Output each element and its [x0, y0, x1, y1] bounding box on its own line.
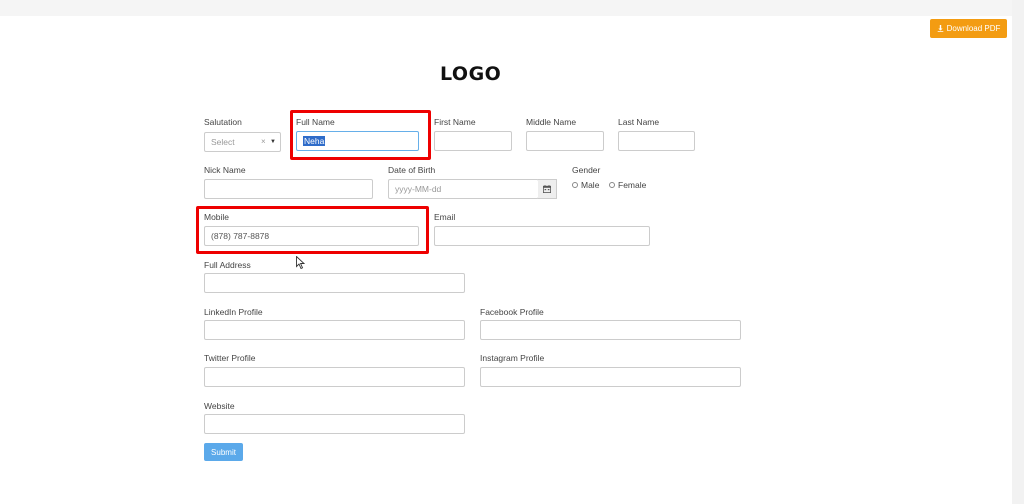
calendar-icon	[543, 185, 551, 193]
gender-male-label: Male	[581, 180, 600, 190]
radio-icon[interactable]	[572, 182, 578, 188]
top-strip	[0, 0, 1024, 16]
dob-placeholder: yyyy-MM-dd	[395, 184, 442, 194]
nick-name-input[interactable]	[204, 179, 373, 199]
linkedin-label: LinkedIn Profile	[204, 307, 263, 317]
website-label: Website	[204, 401, 235, 411]
twitter-input[interactable]	[204, 367, 465, 387]
nick-name-label: Nick Name	[204, 165, 246, 175]
linkedin-input[interactable]	[204, 320, 465, 340]
scrollbar[interactable]	[1012, 0, 1024, 504]
download-pdf-label: Download PDF	[946, 24, 1001, 33]
gender-label: Gender	[572, 165, 601, 175]
mouse-cursor-icon	[296, 256, 305, 269]
clear-icon[interactable]: ×	[261, 137, 266, 146]
salutation-placeholder: Select	[211, 137, 235, 147]
gender-female-label: Female	[618, 180, 647, 190]
facebook-input[interactable]	[480, 320, 741, 340]
twitter-label: Twitter Profile	[204, 353, 256, 363]
last-name-input[interactable]	[618, 131, 695, 151]
dob-input[interactable]: yyyy-MM-dd	[388, 179, 539, 199]
instagram-input[interactable]	[480, 367, 741, 387]
download-pdf-button[interactable]: Download PDF	[930, 19, 1007, 38]
website-input[interactable]	[204, 414, 465, 434]
middle-name-input[interactable]	[526, 131, 604, 151]
full-address-label: Full Address	[204, 260, 251, 270]
full-address-input[interactable]	[204, 273, 465, 293]
email-input[interactable]	[434, 226, 650, 246]
chevron-down-icon[interactable]: ▼	[270, 139, 276, 145]
dob-label: Date of Birth	[388, 165, 436, 175]
facebook-label: Facebook Profile	[480, 307, 544, 317]
first-name-label: First Name	[434, 117, 476, 127]
last-name-label: Last Name	[618, 117, 660, 127]
logo: LOGO	[440, 63, 502, 85]
gender-male-radio[interactable]: Male	[572, 180, 599, 190]
calendar-button[interactable]	[538, 179, 557, 199]
radio-icon[interactable]	[609, 182, 615, 188]
highlight-box-mobile	[196, 206, 429, 254]
download-icon	[937, 25, 943, 32]
first-name-input[interactable]	[434, 131, 512, 151]
salutation-label: Salutation	[204, 117, 242, 127]
email-label: Email	[434, 212, 456, 222]
gender-female-radio[interactable]: Female	[609, 180, 646, 190]
middle-name-label: Middle Name	[526, 117, 577, 127]
instagram-label: Instagram Profile	[480, 353, 545, 363]
highlight-box-full-name	[290, 110, 431, 160]
submit-button[interactable]: Submit	[204, 443, 243, 461]
